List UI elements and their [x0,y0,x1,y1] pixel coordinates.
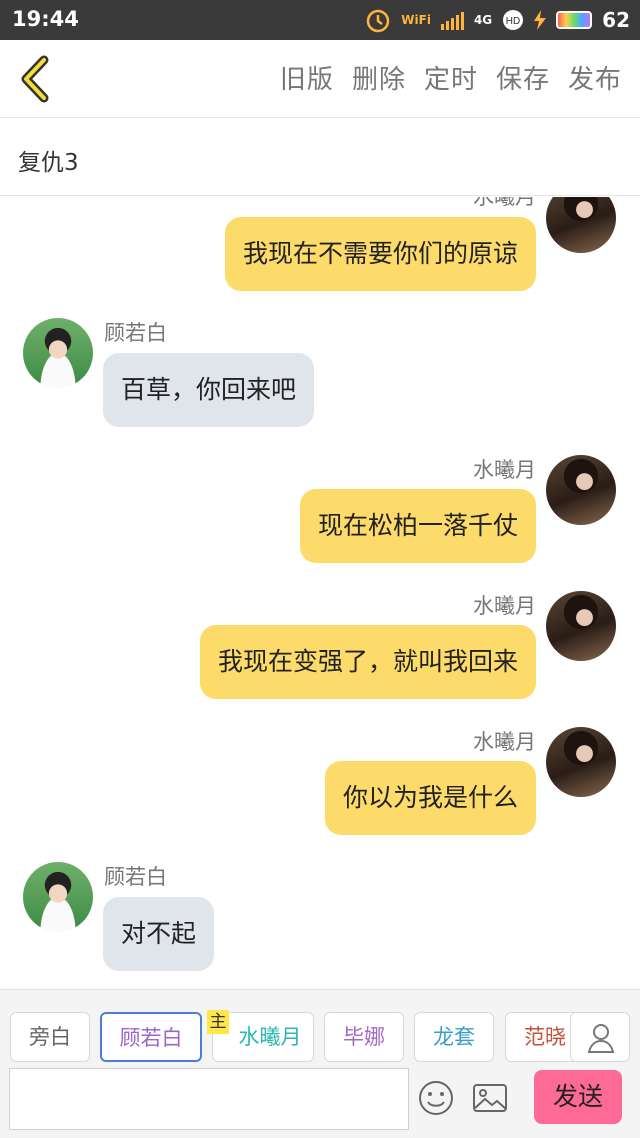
sender-name: 顾若白 [104,865,167,889]
message-bubble[interactable]: 我现在变强了，就叫我回来 [199,625,536,699]
character-name: 龙套 [433,1025,475,1049]
story-title: 复仇3 [18,150,79,176]
message-item[interactable]: 顾若白 百草，你回来吧 [0,315,640,435]
chat-area[interactable]: 水曦月 我现在不需要你们的原谅 顾若白 百草，你回来吧 水曦月 现在松柏一落千仗… [0,197,640,989]
image-icon[interactable] [470,1078,510,1118]
character-name: 毕娜 [343,1025,385,1049]
character-name: 顾若白 [119,1026,183,1050]
character-name: 旁白 [29,1025,71,1049]
message-item[interactable]: 顾若白 对不起 [0,859,640,979]
wifi-label: WiFi [401,13,431,27]
message-bubble[interactable]: 对不起 [103,897,215,971]
battery-percent: 62 [602,8,630,32]
character-name: 范晓 [524,1025,566,1049]
battery-icon [556,11,593,29]
character-chip-extra[interactable]: 龙套 [414,1012,494,1062]
top-toolbar: 旧版 删除 定时 保存 发布 [0,40,640,118]
status-icons: WiFi 4G HD 62 [365,6,630,34]
send-button[interactable]: 发送 [534,1070,622,1124]
delete-button[interactable]: 删除 [352,59,406,96]
sender-name: 水曦月 [473,197,536,209]
back-chevron-icon[interactable] [16,54,56,104]
sender-avatar[interactable] [546,727,616,797]
sender-name: 水曦月 [473,730,536,754]
sender-name: 水曦月 [473,594,536,618]
network-label: 4G [473,13,493,27]
emoji-icon[interactable] [416,1078,456,1118]
character-name: 水曦月 [238,1025,302,1049]
message-input[interactable] [9,1068,409,1130]
add-character-button[interactable] [570,1012,630,1062]
svg-text:HD: HD [506,16,520,27]
schedule-button[interactable]: 定时 [424,59,478,96]
hd-icon: HD [503,10,524,30]
user-icon [587,1024,615,1053]
sender-name: 水曦月 [473,458,536,482]
signal-icon [440,10,464,30]
sender-avatar[interactable] [546,455,616,525]
character-chip-narrator[interactable]: 旁白 [10,1012,90,1062]
character-chip-bi-na[interactable]: 毕娜 [324,1012,404,1062]
sender-avatar[interactable] [546,591,616,661]
message-item[interactable]: 水曦月 我现在变强了，就叫我回来 [0,588,640,708]
message-bubble[interactable]: 你以为我是什么 [324,761,536,835]
toolbar-actions: 旧版 删除 定时 保存 发布 [280,59,622,96]
character-chip-gu-ruobai[interactable]: 顾若白 [100,1012,202,1062]
old-version-button[interactable]: 旧版 [280,59,334,96]
sender-avatar[interactable] [546,197,616,253]
status-time: 19:44 [12,7,79,31]
message-bubble[interactable]: 现在松柏一落千仗 [299,489,536,563]
charging-icon [534,10,547,30]
composer-bar: 旁白 顾若白 水曦月 主 毕娜 龙套 范晓 发送 [0,989,640,1138]
message-item[interactable]: 水曦月 现在松柏一落千仗 [0,452,640,572]
sender-avatar[interactable] [23,862,93,932]
message-item[interactable]: 水曦月 我现在不需要你们的原谅 [0,197,640,297]
status-bar: 19:44 WiFi 4G HD 62 [0,0,640,40]
sender-name: 顾若白 [104,321,167,345]
message-item[interactable]: 水曦月 你以为我是什么 [0,724,640,844]
timer-icon [367,9,390,33]
sender-avatar[interactable] [23,318,93,388]
story-title-bar[interactable]: 复仇3 [0,118,640,196]
protagonist-badge: 主 [207,1010,229,1034]
save-button[interactable]: 保存 [496,59,550,96]
message-bubble[interactable]: 百草，你回来吧 [103,353,315,427]
publish-button[interactable]: 发布 [568,59,622,96]
message-bubble[interactable]: 我现在不需要你们的原谅 [224,217,536,291]
